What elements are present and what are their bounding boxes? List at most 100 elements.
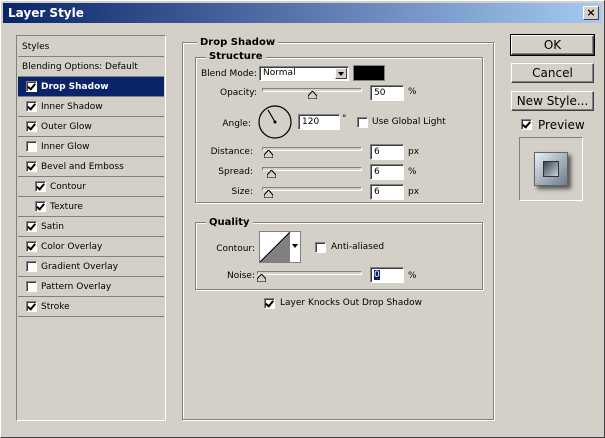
styles-item-inner-glow[interactable]: Inner Glow [18,137,164,157]
anti-aliased-checkbox[interactable] [315,242,326,253]
styles-item-contour[interactable]: Contour [18,177,164,197]
styles-item-label: Texture [50,201,83,212]
styles-item-checkbox[interactable] [26,241,37,252]
styles-item-checkbox[interactable] [26,141,37,152]
spread-slider[interactable] [262,165,362,179]
noise-slider-thumb[interactable] [257,274,266,282]
distance-label: Distance: [210,147,253,157]
distance-slider[interactable] [262,145,362,159]
chevron-down-icon[interactable] [335,68,347,79]
styles-item-checkbox[interactable] [26,281,37,292]
quality-title: Quality [206,217,253,228]
styles-item-inner-shadow[interactable]: Inner Shadow [18,97,164,117]
distance-slider-track [262,147,362,151]
styles-item-checkbox[interactable] [26,101,37,112]
styles-item-pattern-overlay[interactable]: Pattern Overlay [18,277,164,297]
angle-unit: ° [342,114,347,124]
styles-item-label: Blending Options: Default [22,61,138,72]
styles-item-checkbox[interactable] [26,121,37,132]
distance-field[interactable]: 6 [370,144,404,160]
styles-item-checkbox[interactable] [35,181,46,192]
styles-item-checkbox[interactable] [26,81,37,92]
preview-swatch-icon [534,152,568,186]
styles-item-stroke[interactable]: Stroke [18,297,164,317]
noise-field[interactable]: 0 [370,267,404,283]
new-style-button[interactable]: New Style... [511,91,594,111]
spread-slider-track [262,167,362,171]
styles-item-checkbox[interactable] [26,221,37,232]
styles-item-color-overlay[interactable]: Color Overlay [18,237,164,257]
angle-dial[interactable] [257,104,293,140]
anti-aliased-label[interactable]: Anti-aliased [331,242,384,252]
styles-item-label: Pattern Overlay [41,281,112,292]
shadow-color-swatch[interactable] [353,65,385,81]
styles-item-checkbox[interactable] [35,201,46,212]
contour-curve-icon [260,232,290,262]
angle-field[interactable]: 120 [298,114,340,130]
opacity-slider[interactable] [262,86,362,100]
styles-item-checkbox[interactable] [26,261,37,272]
spread-field[interactable]: 6 [370,164,404,180]
styles-item-texture[interactable]: Texture [18,197,164,217]
layer-style-dialog: Layer Style × Styles Blending Options: De… [0,0,605,438]
styles-item-label: Bevel and Emboss [41,161,124,172]
spread-label: Spread: [218,167,253,177]
layer-knocks-out-checkbox[interactable] [264,298,275,309]
blend-mode-label: Blend Mode: [200,69,257,79]
styles-item-label: Color Overlay [41,241,103,252]
styles-item-gradient-overlay[interactable]: Gradient Overlay [18,257,164,277]
drop-shadow-title: Drop Shadow [197,37,279,48]
opacity-label: Opacity: [220,88,257,98]
styles-item-label: Contour [50,181,86,192]
cancel-button[interactable]: Cancel [511,63,594,83]
spread-slider-thumb[interactable] [267,170,276,178]
close-button[interactable]: × [583,6,599,20]
styles-item-label: Outer Glow [41,121,92,132]
title-bar[interactable]: Layer Style × [3,3,602,23]
size-slider[interactable] [262,185,362,199]
opacity-field[interactable]: 50 [370,85,404,101]
noise-slider[interactable] [257,269,362,283]
size-label: Size: [231,187,253,197]
close-icon: × [586,6,596,19]
styles-item-label: Styles [22,41,50,52]
contour-picker[interactable] [259,231,301,263]
size-field[interactable]: 6 [370,184,404,200]
styles-item-drop-shadow[interactable]: Drop Shadow [18,77,164,97]
preview-label[interactable]: Preview [538,118,585,132]
styles-list: Styles Blending Options: Default Drop Shad… [16,35,166,421]
styles-item-blending-options-default[interactable]: Blending Options: Default [18,57,164,77]
styles-item-checkbox[interactable] [26,301,37,312]
opacity-slider-thumb[interactable] [308,91,317,99]
window-title: Layer Style [8,6,84,20]
angle-label: Angle: [222,119,251,129]
styles-item-label: Inner Shadow [41,101,103,112]
layer-knocks-out-label[interactable]: Layer Knocks Out Drop Shadow [280,298,422,308]
preview-thumbnail [519,137,583,201]
opacity-unit: % [408,87,417,97]
distance-slider-thumb[interactable] [264,150,273,158]
ok-button[interactable]: OK [510,34,595,56]
size-slider-thumb[interactable] [264,190,273,198]
noise-field-value: 0 [374,270,380,280]
noise-slider-track [257,271,362,275]
contour-dropdown-arrow[interactable] [292,244,298,248]
size-slider-track [262,187,362,191]
contour-label: Contour: [216,244,255,254]
styles-item-label: Drop Shadow [41,81,109,92]
blend-mode-select[interactable]: Normal [259,66,349,81]
styles-item-label: Satin [41,221,64,232]
styles-item-checkbox[interactable] [26,161,37,172]
size-unit: px [408,187,420,197]
styles-item-satin[interactable]: Satin [18,217,164,237]
preview-checkbox[interactable] [521,119,532,130]
styles-item-label: Inner Glow [41,141,90,152]
use-global-light-checkbox[interactable] [357,117,368,128]
distance-unit: px [408,147,420,157]
noise-label: Noise: [227,271,255,281]
styles-item-outer-glow[interactable]: Outer Glow [18,117,164,137]
styles-item-styles[interactable]: Styles [18,37,164,57]
styles-item-bevel-and-emboss[interactable]: Bevel and Emboss [18,157,164,177]
use-global-light-label[interactable]: Use Global Light [372,117,446,127]
blend-mode-value: Normal [263,68,296,78]
